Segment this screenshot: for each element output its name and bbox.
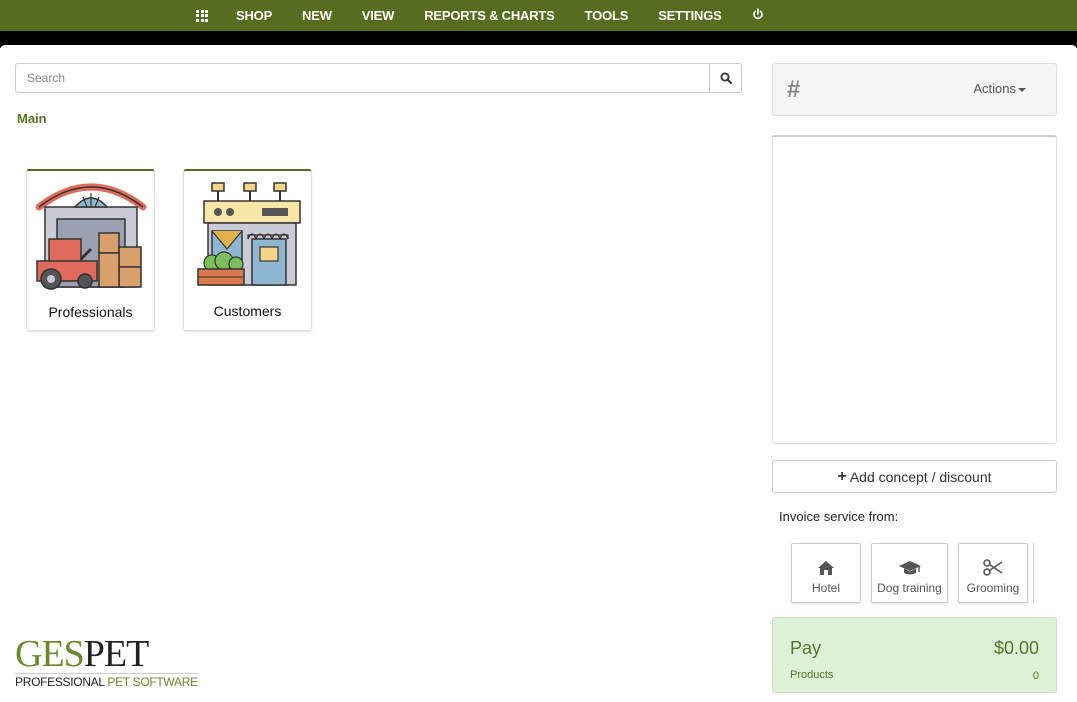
pay-button[interactable]: Pay $0.00 Products 0 [772,617,1057,693]
home-icon [818,561,834,575]
graduation-cap-icon [898,561,921,575]
nav-view[interactable]: VIEW [362,8,395,23]
search-bar [15,63,742,93]
main-menu: SHOP NEW VIEW REPORTS & CHARTS TOOLS SET… [196,0,794,31]
pay-label: Pay [790,638,822,658]
service-scroll-edge [1033,543,1039,603]
actions-label: Actions [973,81,1016,96]
service-label: Hotel [811,581,840,595]
products-count: 0 [1032,670,1039,682]
logo-tag-right: PET SOFTWARE [107,675,198,689]
nav-shop[interactable]: SHOP [236,8,272,23]
storefront-icon [197,182,301,286]
add-concept-label: Add concept / discount [849,468,992,485]
search-button[interactable] [709,63,742,93]
invoice-service-label: Invoice service from: [779,509,899,524]
logo-brand-left: GES [15,633,85,675]
ticket-header: # Actions [772,63,1057,116]
tile-customers[interactable]: Customers [183,169,312,331]
service-grooming-button[interactable]: Grooming [958,543,1028,603]
nav-new[interactable]: NEW [302,8,332,23]
gespet-logo: GESPET PROFESSIONAL PET SOFTWARE [15,633,198,689]
products-label: Products [790,669,834,681]
top-navbar: SHOP NEW VIEW REPORTS & CHARTS TOOLS SET… [0,0,1077,31]
breadcrumb[interactable]: Main [17,111,47,126]
scissors-icon [983,559,1003,576]
tile-professionals[interactable]: Professionals [26,169,155,331]
tile-label: Customers [213,303,282,319]
service-label: Dog training [877,581,942,595]
logo-tag-left: PROFESSIONAL [15,675,108,689]
power-icon[interactable] [752,8,764,23]
add-concept-button[interactable]: + Add concept / discount [772,460,1057,493]
logo-brand-right: PET [83,633,150,675]
plus-icon: + [837,467,847,485]
nav-reports-charts[interactable]: REPORTS & CHARTS [424,8,555,23]
service-hotel-button[interactable]: Hotel [791,543,861,603]
ticket-lines-panel [772,135,1057,444]
pay-amount: $0.00 [993,638,1039,658]
caret-down-icon [1018,87,1026,92]
search-input[interactable] [15,63,709,93]
warehouse-icon [35,183,147,290]
service-label: Grooming [966,581,1020,595]
tile-label: Professionals [48,304,133,320]
search-icon [720,72,732,84]
nav-tools[interactable]: TOOLS [585,8,629,23]
service-dog-training-button[interactable]: Dog training [871,543,948,603]
actions-dropdown[interactable]: Actions [973,81,1026,96]
nav-settings[interactable]: SETTINGS [658,8,722,23]
content-top-edge [0,45,1077,50]
apps-grid-icon[interactable] [196,9,208,22]
hash-icon: # [787,76,801,103]
